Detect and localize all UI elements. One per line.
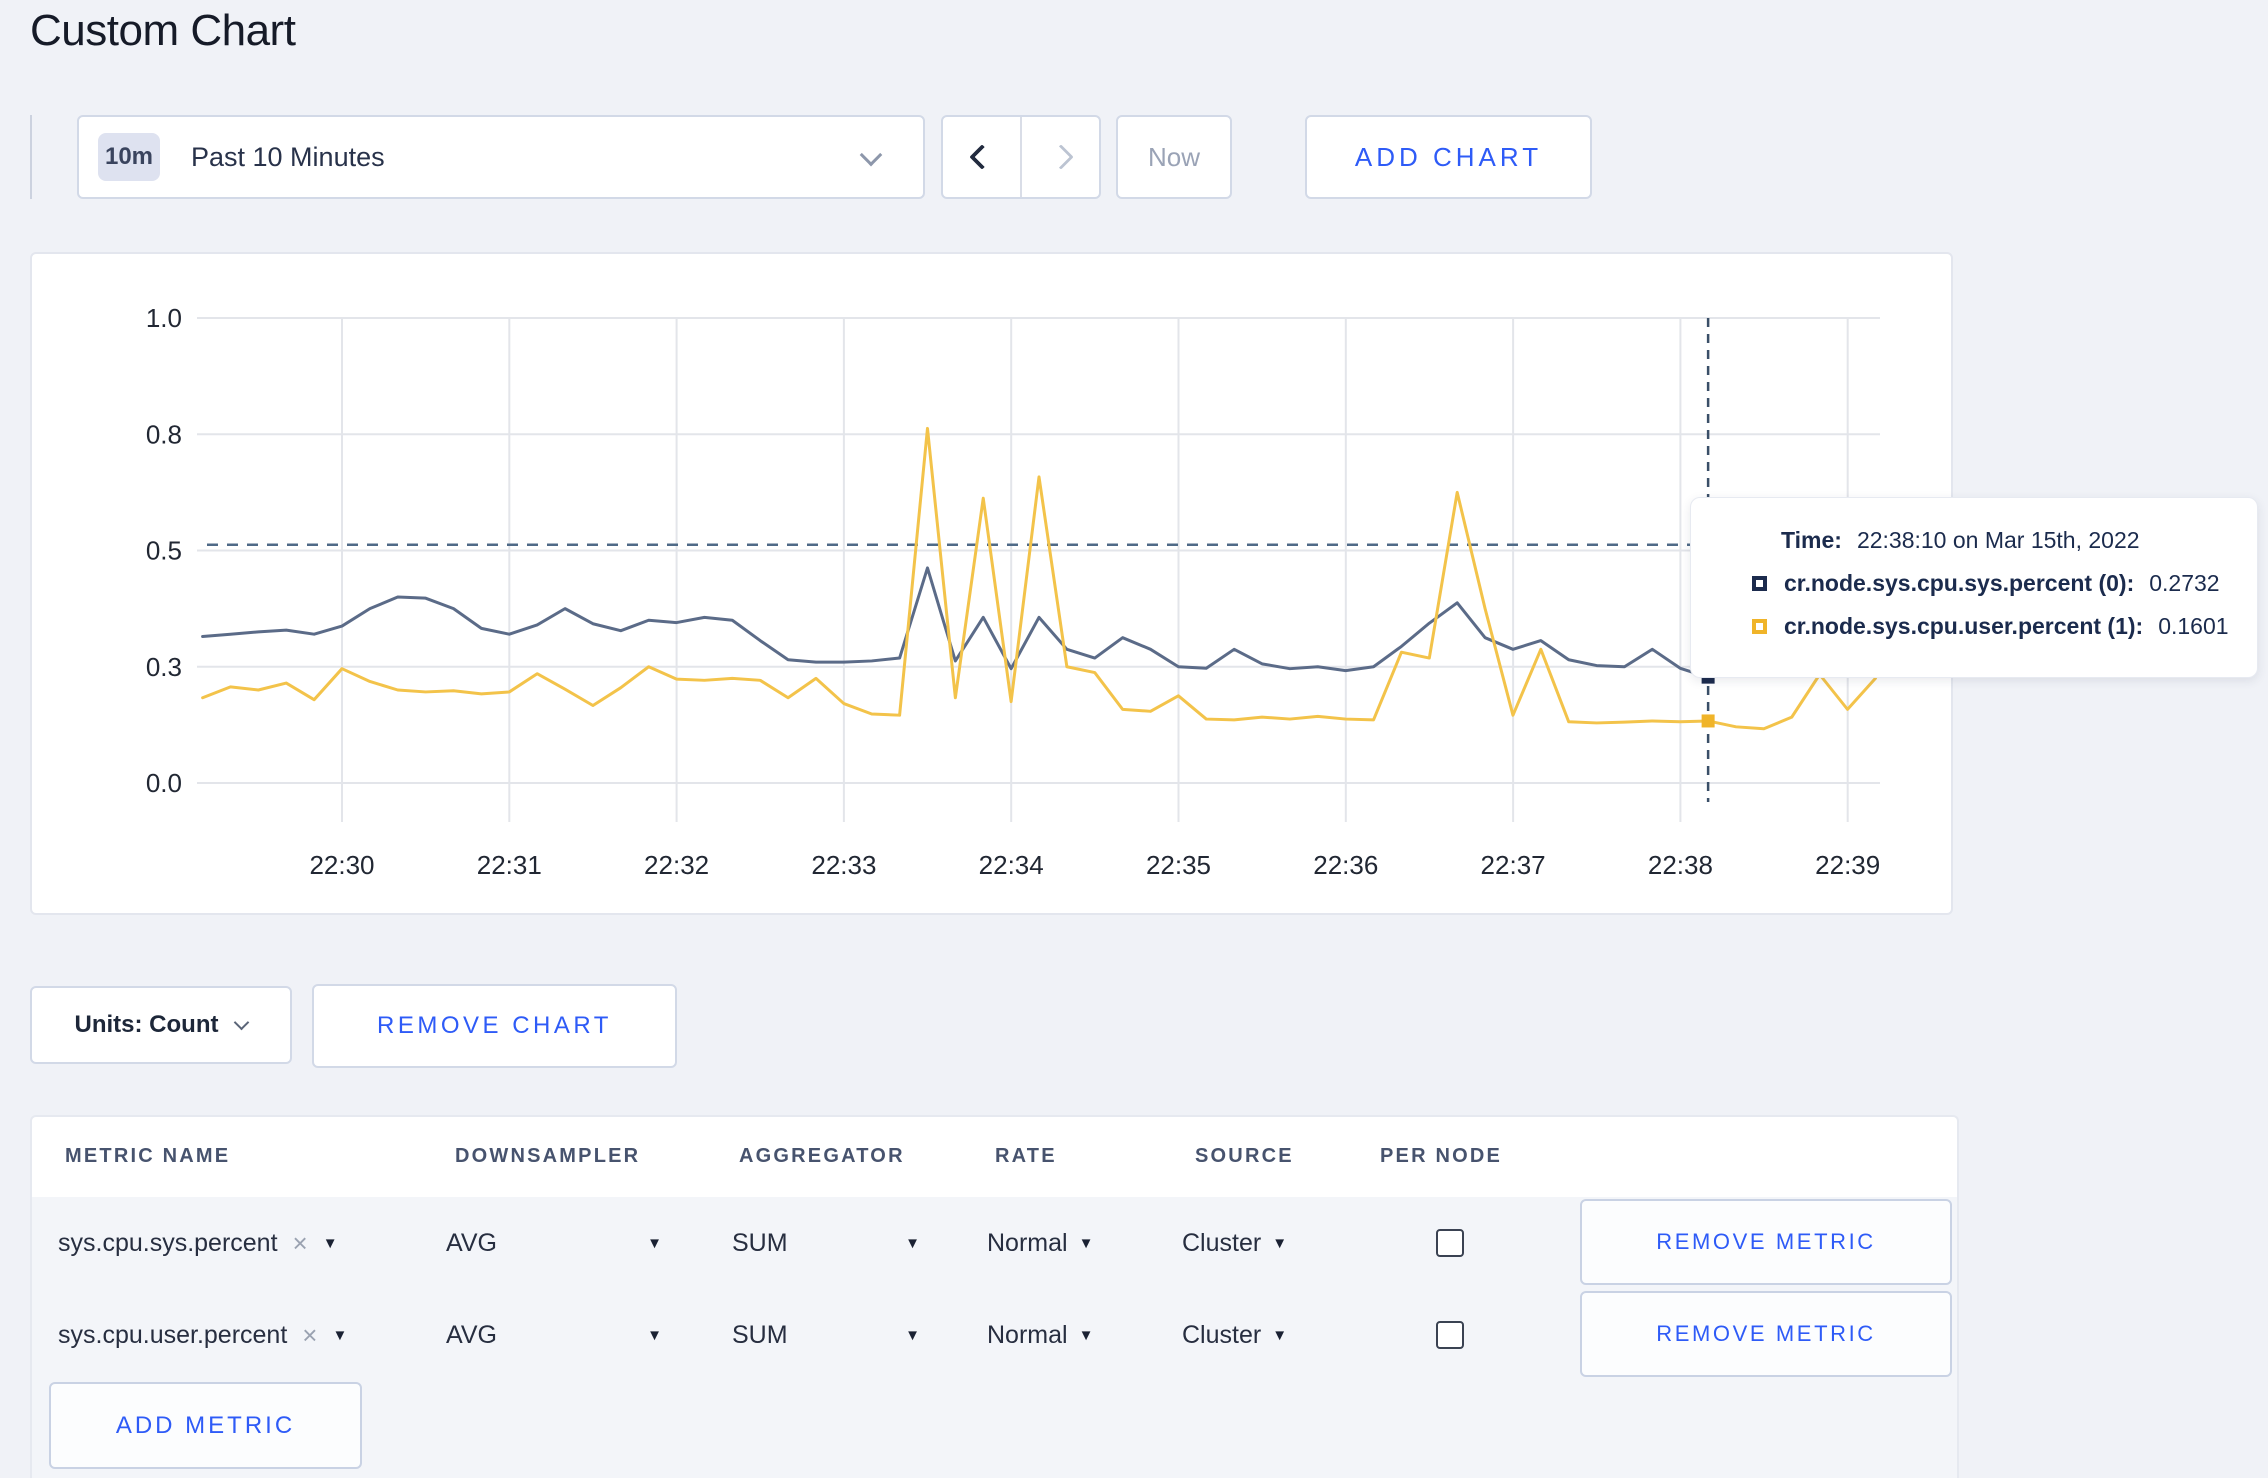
chevron-down-icon (859, 143, 883, 167)
rate-select[interactable]: Normal ▼ (987, 1315, 1093, 1355)
rate-select[interactable]: Normal ▼ (987, 1223, 1093, 1263)
svg-text:1.0: 1.0 (146, 303, 182, 333)
caret-down-icon: ▼ (905, 1326, 920, 1344)
chevron-right-icon (1047, 144, 1074, 170)
svg-text:0.3: 0.3 (146, 652, 182, 682)
caret-down-icon: ▼ (647, 1326, 662, 1344)
caret-down-icon[interactable]: ▼ (332, 1327, 347, 1344)
rate-value: Normal (987, 1228, 1068, 1257)
sys-series-swatch-icon (1752, 576, 1767, 591)
chart-tooltip: Time: 22:38:10 on Mar 15th, 2022 cr.node… (1690, 497, 2258, 678)
svg-text:22:35: 22:35 (1146, 850, 1211, 880)
source-select[interactable]: Cluster ▼ (1182, 1223, 1287, 1263)
svg-text:22:36: 22:36 (1313, 850, 1378, 880)
now-button[interactable]: Now (1116, 115, 1232, 199)
per-node-checkbox[interactable] (1436, 1321, 1464, 1349)
time-window-label: Past 10 Minutes (191, 141, 385, 172)
svg-text:22:30: 22:30 (309, 850, 374, 880)
custom-chart-page: Custom Chart 10m Past 10 Minutes Now ADD… (0, 0, 2268, 1478)
remove-chart-button[interactable]: REMOVE CHART (312, 984, 677, 1068)
tooltip-series-name: cr.node.sys.cpu.sys.percent (0): (1784, 570, 2135, 596)
chevron-left-icon (968, 144, 995, 170)
tooltip-time-row: Time: 22:38:10 on Mar 15th, 2022 (1781, 527, 2257, 554)
chevron-down-icon (234, 1014, 250, 1030)
svg-text:22:34: 22:34 (979, 850, 1044, 880)
tooltip-series-name: cr.node.sys.cpu.user.percent (1): (1784, 613, 2144, 639)
svg-text:22:32: 22:32 (644, 850, 709, 880)
caret-down-icon[interactable]: ▼ (323, 1235, 338, 1252)
column-header-downsampler: DOWNSAMPLER (455, 1145, 641, 1167)
toolbar-divider (30, 115, 32, 199)
aggregator-value: SUM (732, 1320, 788, 1349)
caret-down-icon: ▼ (1078, 1326, 1094, 1344)
column-header-per-node: PER NODE (1380, 1145, 1503, 1167)
tooltip-series-value: 0.2732 (2149, 570, 2220, 596)
time-window-badge: 10m (98, 133, 160, 181)
svg-text:22:31: 22:31 (477, 850, 542, 880)
chart-plot[interactable]: 0.0 0.3 0.5 0.8 1.0 22:30 22:31 22:32 22:33 22:34… (32, 254, 1955, 917)
tooltip-time-label: Time: (1781, 527, 1842, 553)
time-next-button[interactable] (1020, 117, 1099, 197)
caret-down-icon: ▼ (1272, 1234, 1288, 1252)
time-window-dropdown[interactable]: 10m Past 10 Minutes (77, 115, 925, 199)
units-label: Units: Count (74, 1011, 219, 1038)
chart-card: 0.0 0.3 0.5 0.8 1.0 22:30 22:31 22:32 22:33 22:34… (30, 252, 1953, 915)
remove-metric-x-icon[interactable]: × (293, 1230, 308, 1256)
add-metric-button[interactable]: ADD METRIC (49, 1382, 362, 1469)
source-select[interactable]: Cluster ▼ (1182, 1315, 1287, 1355)
aggregator-select[interactable]: SUM ▼ (732, 1223, 920, 1263)
column-header-aggregator: AGGREGATOR (739, 1145, 905, 1167)
svg-text:22:39: 22:39 (1815, 850, 1880, 880)
caret-down-icon: ▼ (905, 1234, 920, 1252)
source-value: Cluster (1182, 1320, 1262, 1349)
svg-text:22:37: 22:37 (1481, 850, 1546, 880)
tooltip-series-row: cr.node.sys.cpu.sys.percent (0): 0.2732 (1752, 570, 2257, 597)
rate-value: Normal (987, 1320, 1068, 1349)
aggregator-select[interactable]: SUM ▼ (732, 1315, 920, 1355)
svg-text:22:38: 22:38 (1648, 850, 1713, 880)
aggregator-value: SUM (732, 1228, 788, 1257)
source-value: Cluster (1182, 1228, 1262, 1257)
remove-metric-button[interactable]: REMOVE METRIC (1580, 1291, 1952, 1377)
metric-name-value: sys.cpu.user.percent (58, 1320, 288, 1349)
add-chart-button[interactable]: ADD CHART (1305, 115, 1592, 199)
svg-text:0.0: 0.0 (146, 768, 182, 798)
time-prev-button[interactable] (943, 117, 1020, 197)
downsampler-select[interactable]: AVG ▼ (446, 1223, 662, 1263)
table-row-metric-name: sys.cpu.user.percent × ▼ (58, 1315, 347, 1355)
tooltip-series-row: cr.node.sys.cpu.user.percent (1): 0.1601 (1752, 613, 2257, 640)
column-header-source: SOURCE (1195, 1145, 1294, 1167)
units-dropdown[interactable]: Units: Count (30, 986, 292, 1064)
per-node-checkbox[interactable] (1436, 1229, 1464, 1257)
page-title: Custom Chart (30, 6, 296, 55)
caret-down-icon: ▼ (647, 1234, 662, 1252)
metric-name-value: sys.cpu.sys.percent (58, 1228, 278, 1257)
remove-metric-x-icon[interactable]: × (302, 1322, 317, 1348)
tooltip-series-value: 0.1601 (2158, 613, 2229, 639)
caret-down-icon: ▼ (1272, 1326, 1288, 1344)
column-header-metric-name: METRIC NAME (65, 1145, 231, 1167)
column-header-rate: RATE (995, 1145, 1057, 1167)
svg-text:22:33: 22:33 (811, 850, 876, 880)
table-row-metric-name: sys.cpu.sys.percent × ▼ (58, 1223, 338, 1263)
tooltip-time-value: 22:38:10 on Mar 15th, 2022 (1856, 527, 2140, 553)
downsampler-select[interactable]: AVG ▼ (446, 1315, 662, 1355)
remove-metric-button[interactable]: REMOVE METRIC (1580, 1199, 1952, 1285)
svg-text:0.8: 0.8 (146, 419, 182, 449)
user-series-swatch-icon (1752, 619, 1767, 634)
downsampler-value: AVG (446, 1320, 497, 1349)
downsampler-value: AVG (446, 1228, 497, 1257)
svg-text:0.5: 0.5 (146, 536, 182, 566)
time-nav-group (941, 115, 1101, 199)
caret-down-icon: ▼ (1078, 1234, 1094, 1252)
